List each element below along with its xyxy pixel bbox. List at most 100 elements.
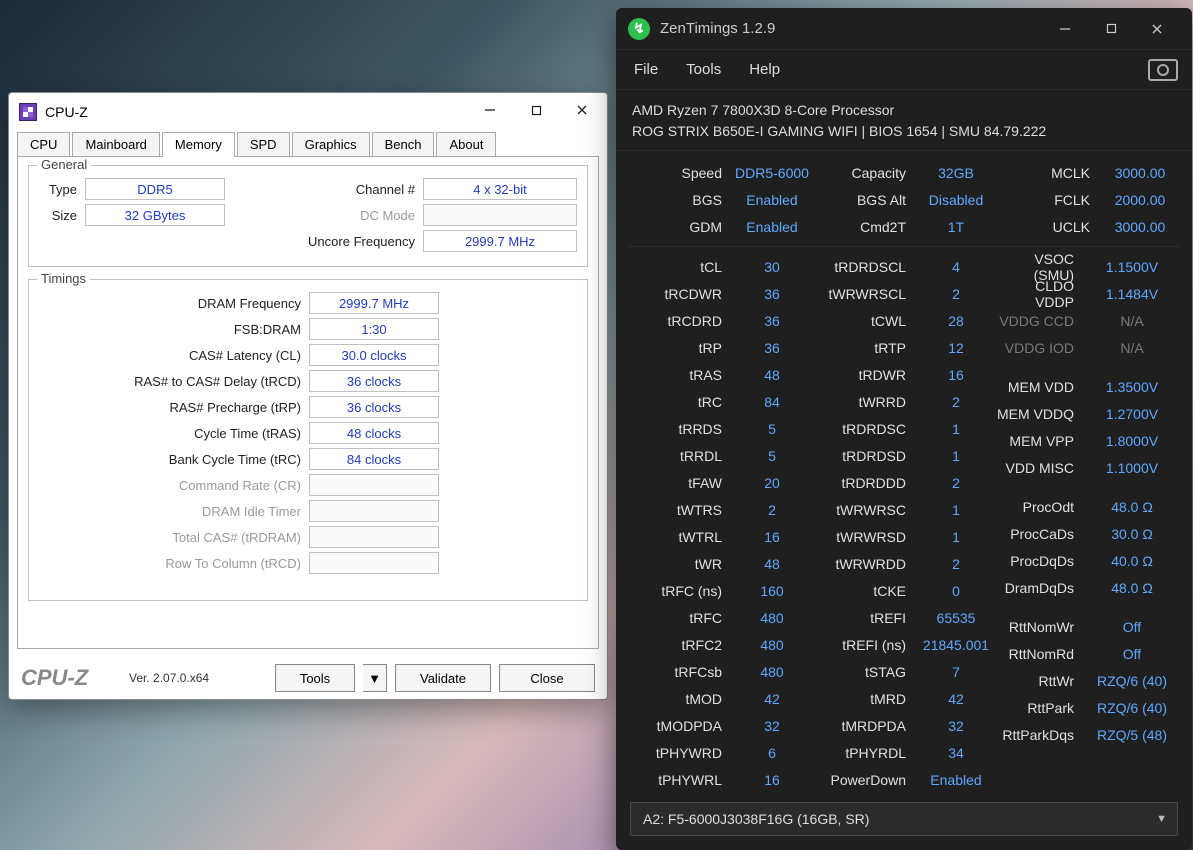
cpuz-title: CPU-Z xyxy=(45,104,88,120)
zt-value: 42 xyxy=(732,691,812,707)
cpuz-titlebar[interactable]: CPU-Z xyxy=(9,93,607,131)
zt-key: tWRWRSD xyxy=(812,529,916,545)
tools-button[interactable]: Tools xyxy=(275,664,355,692)
zt-value: 1 xyxy=(916,502,996,518)
zt-row: tWRWRSC1 xyxy=(812,496,996,523)
minimize-button[interactable] xyxy=(467,95,513,125)
zt-minimize-button[interactable] xyxy=(1042,13,1088,45)
tab-mainboard[interactable]: Mainboard xyxy=(72,132,159,157)
zt-maximize-button[interactable] xyxy=(1088,13,1134,45)
zt-key: tWRWRSCL xyxy=(812,286,916,302)
timing-value: 1:30 xyxy=(309,318,439,340)
menu-help[interactable]: Help xyxy=(749,61,780,78)
zt-board-name: ROG STRIX B650E-I GAMING WIFI | BIOS 165… xyxy=(632,121,1176,142)
timing-label: RAS# to CAS# Delay (tRCD) xyxy=(39,374,309,389)
zt-value: 480 xyxy=(732,637,812,653)
zt-row: tCWL28 xyxy=(812,307,996,334)
channel-label: Channel # xyxy=(263,182,423,197)
tab-graphics[interactable]: Graphics xyxy=(292,132,370,157)
zt-row: PowerDownEnabled xyxy=(812,766,996,793)
zt-value: 3000.00 xyxy=(1100,165,1180,181)
zt-grid: SpeedDDR5-6000BGSEnabledGDMEnabledCapaci… xyxy=(616,151,1192,794)
zt-key: MCLK xyxy=(996,165,1100,181)
zt-row: tPHYWRD6 xyxy=(628,739,812,766)
zt-cpu-name: AMD Ryzen 7 7800X3D 8-Core Processor xyxy=(632,100,1176,121)
zt-key: tWRWRSC xyxy=(812,502,916,518)
timings-fieldset: Timings DRAM Frequency2999.7 MHzFSB:DRAM… xyxy=(28,279,588,601)
zt-row: ProcOdt48.0 Ω xyxy=(996,493,1180,520)
timing-row: Command Rate (CR) xyxy=(39,472,577,498)
menu-file[interactable]: File xyxy=(634,61,658,78)
zt-key: UCLK xyxy=(996,219,1100,235)
timing-row: DRAM Idle Timer xyxy=(39,498,577,524)
zt-row: DramDqDs48.0 Ω xyxy=(996,574,1180,601)
timing-value: 2999.7 MHz xyxy=(309,292,439,314)
zt-key: tRAS xyxy=(628,367,732,383)
zt-row: tMODPDA32 xyxy=(628,712,812,739)
zt-key: Speed xyxy=(628,165,732,181)
zt-row: tWTRL16 xyxy=(628,523,812,550)
timing-value: 36 clocks xyxy=(309,396,439,418)
timing-row: FSB:DRAM1:30 xyxy=(39,316,577,342)
tab-bench[interactable]: Bench xyxy=(372,132,435,157)
zt-value: 1.8000V xyxy=(1084,433,1180,449)
close-button[interactable]: Close xyxy=(499,664,595,692)
zt-row: CLDO VDDP1.1484V xyxy=(996,280,1180,307)
zt-value: 2 xyxy=(916,286,996,302)
zt-value: 1.2700V xyxy=(1084,406,1180,422)
tab-spd[interactable]: SPD xyxy=(237,132,290,157)
zt-value: N/A xyxy=(1084,313,1180,329)
zt-value: Off xyxy=(1084,646,1180,662)
zt-row: tRRDL5 xyxy=(628,442,812,469)
zt-row: VSOC (SMU)1.1500V xyxy=(996,253,1180,280)
close-window-button[interactable] xyxy=(559,95,605,125)
zt-row: BGS AltDisabled xyxy=(812,186,996,213)
zt-key: RttNomWr xyxy=(996,619,1084,635)
zt-titlebar[interactable]: ↯ ZenTimings 1.2.9 xyxy=(616,8,1192,50)
validate-button[interactable]: Validate xyxy=(395,664,491,692)
tab-about[interactable]: About xyxy=(436,132,496,157)
zt-row: RttParkRZQ/6 (40) xyxy=(996,694,1180,721)
maximize-button[interactable] xyxy=(513,95,559,125)
timings-legend: Timings xyxy=(37,271,90,286)
zt-key: tRDRDSCL xyxy=(812,259,916,275)
tab-memory[interactable]: Memory xyxy=(162,132,235,157)
timing-value: 30.0 clocks xyxy=(309,344,439,366)
timing-value: 36 clocks xyxy=(309,370,439,392)
zt-close-button[interactable] xyxy=(1134,13,1180,45)
uncore-value: 2999.7 MHz xyxy=(423,230,577,252)
zt-value: 1.1000V xyxy=(1084,460,1180,476)
zt-key: tRP xyxy=(628,340,732,356)
zt-value: 32GB xyxy=(916,165,996,181)
zt-value: 16 xyxy=(916,367,996,383)
tab-cpu[interactable]: CPU xyxy=(17,132,70,157)
timing-label: DRAM Idle Timer xyxy=(39,504,309,519)
zt-key: tRDRDSC xyxy=(812,421,916,437)
zt-key: tCKE xyxy=(812,583,916,599)
zt-row: VDDG CCDN/A xyxy=(996,307,1180,334)
zt-value: 40.0 Ω xyxy=(1084,553,1180,569)
zt-key: tRTP xyxy=(812,340,916,356)
zt-key: tWTRL xyxy=(628,529,732,545)
menu-tools[interactable]: Tools xyxy=(686,61,721,78)
screenshot-icon[interactable] xyxy=(1148,59,1178,81)
timing-row: Total CAS# (tRDRAM) xyxy=(39,524,577,550)
zt-key: DramDqDs xyxy=(996,580,1084,596)
zt-key: tREFI (ns) xyxy=(812,637,916,653)
zt-row: SpeedDDR5-6000 xyxy=(628,159,812,186)
timing-row: RAS# Precharge (tRP)36 clocks xyxy=(39,394,577,420)
zt-row: RttNomRdOff xyxy=(996,640,1180,667)
zt-key: tRFC xyxy=(628,610,732,626)
tools-dropdown-arrow[interactable]: ▼ xyxy=(363,664,387,692)
zt-value: 48.0 Ω xyxy=(1084,499,1180,515)
zt-value: RZQ/6 (40) xyxy=(1084,673,1180,689)
zt-key: tMRD xyxy=(812,691,916,707)
timing-label: FSB:DRAM xyxy=(39,322,309,337)
dimm-slot-dropdown[interactable]: A2: F5-6000J3038F16G (16GB, SR) ▼ xyxy=(630,802,1178,836)
zt-value: 6 xyxy=(732,745,812,761)
zt-row: VDDG IODN/A xyxy=(996,334,1180,361)
timing-row: CAS# Latency (CL)30.0 clocks xyxy=(39,342,577,368)
zt-row: BGSEnabled xyxy=(628,186,812,213)
zt-row: tRDRDSCL4 xyxy=(812,253,996,280)
zt-value: 20 xyxy=(732,475,812,491)
